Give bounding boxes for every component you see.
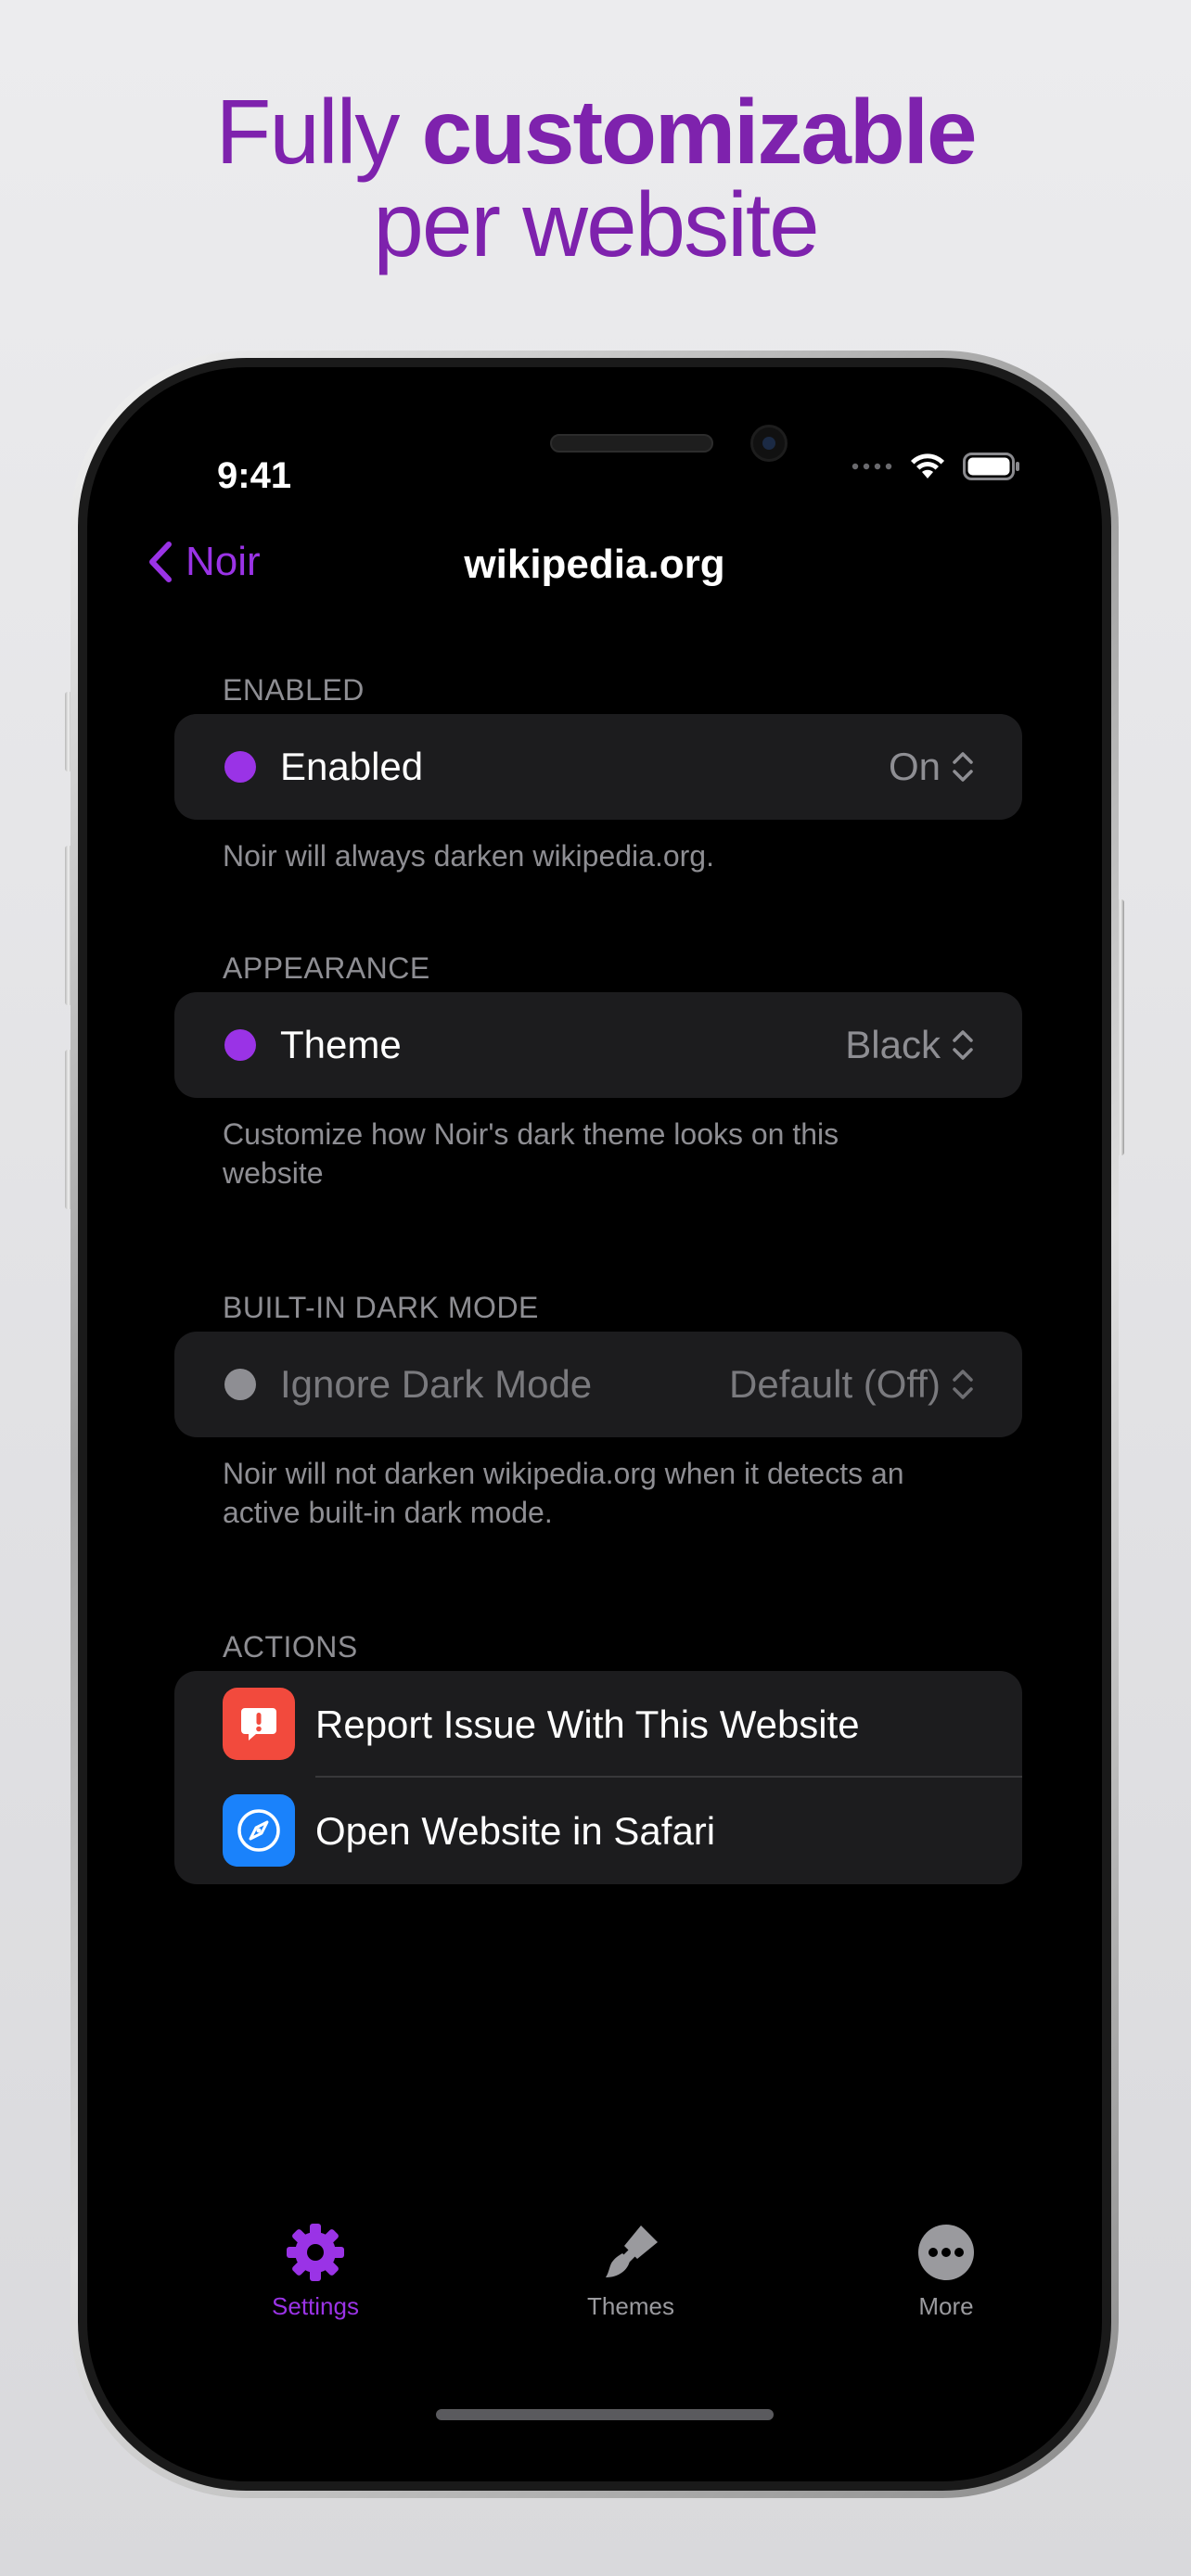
headline-bold: customizable: [421, 81, 978, 183]
page-title: wikipedia.org: [464, 542, 725, 587]
open-in-safari-row[interactable]: Open Website in Safari: [174, 1778, 1022, 1884]
paintbrush-icon: [606, 2225, 658, 2277]
wifi-icon: [911, 453, 944, 478]
headline-regular: Fully: [215, 81, 422, 183]
theme-selector[interactable]: Black: [845, 1023, 974, 1067]
safari-compass-icon: [223, 1794, 295, 1867]
section-header-appearance: APPEARANCE: [223, 951, 430, 985]
theme-row-label: Theme: [280, 1023, 402, 1066]
earpiece-speaker: [550, 434, 713, 453]
headline-line-1: Fully customizable: [0, 85, 1191, 178]
status-dot-inactive: [224, 1369, 256, 1400]
ignore-dark-mode-label: Ignore Dark Mode: [280, 1362, 593, 1406]
gear-icon: [287, 2224, 344, 2281]
tab-settings-label: Settings: [272, 2292, 359, 2320]
report-issue-label: Report Issue With This Website: [315, 1702, 860, 1746]
tab-themes[interactable]: Themes: [529, 2222, 733, 2321]
report-issue-icon: [223, 1688, 295, 1760]
open-in-safari-label: Open Website in Safari: [315, 1809, 716, 1853]
home-indicator[interactable]: [436, 2409, 774, 2420]
phone-screen: 9:41 Noir wikipedia.org ENABLED Enabled …: [87, 367, 1102, 2481]
report-issue-row[interactable]: Report Issue With This Website: [174, 1671, 1022, 1778]
enabled-selector[interactable]: On: [889, 745, 974, 789]
front-camera: [750, 425, 788, 462]
phone-bezel: 9:41 Noir wikipedia.org ENABLED Enabled …: [78, 358, 1111, 2491]
chevron-up-down-icon: [953, 1030, 973, 1060]
tab-more[interactable]: More: [844, 2222, 1048, 2321]
tab-more-label: More: [918, 2292, 974, 2320]
appearance-card: Theme Black: [174, 992, 1022, 1098]
battery-icon: [963, 453, 1019, 480]
theme-value: Black: [845, 1023, 941, 1066]
promo-headline: Fully customizable per website: [0, 85, 1191, 271]
status-time: 9:41: [217, 455, 292, 496]
section-header-dark-mode: BUILT-IN DARK MODE: [223, 1291, 539, 1324]
actions-card: Report Issue With This Website Open Webs…: [174, 1671, 1022, 1884]
enabled-row[interactable]: Enabled On: [174, 714, 1022, 820]
headline-line-2: per website: [373, 173, 819, 275]
section-header-actions: ACTIONS: [223, 1630, 358, 1664]
dark-mode-card: Ignore Dark Mode Default (Off): [174, 1332, 1022, 1437]
enabled-footer: Noir will always darken wikipedia.org.: [223, 839, 714, 873]
chevron-up-down-icon: [953, 1370, 973, 1399]
enabled-value: On: [888, 745, 941, 788]
ellipsis-circle-icon: [918, 2225, 974, 2280]
appearance-footer: Customize how Noir's dark theme looks on…: [223, 1117, 839, 1190]
phone-frame: 9:41 Noir wikipedia.org ENABLED Enabled …: [70, 351, 1119, 2498]
tab-settings[interactable]: Settings: [213, 2222, 417, 2321]
status-icons: [852, 453, 1020, 480]
status-dot-active: [224, 1029, 256, 1061]
tab-themes-label: Themes: [587, 2292, 674, 2320]
enabled-card: Enabled On: [174, 714, 1022, 820]
section-header-enabled: ENABLED: [223, 673, 365, 707]
theme-row[interactable]: Theme Black: [174, 992, 1022, 1098]
ignore-dark-mode-selector[interactable]: Default (Off): [729, 1362, 974, 1407]
signal-dots-icon: [852, 463, 892, 470]
ignore-dark-mode-value: Default (Off): [729, 1362, 941, 1406]
chevron-up-down-icon: [953, 752, 973, 782]
enabled-row-label: Enabled: [280, 745, 424, 788]
dark-mode-footer: Noir will not darken wikipedia.org when …: [223, 1457, 904, 1529]
ignore-dark-mode-row[interactable]: Ignore Dark Mode Default (Off): [174, 1332, 1022, 1437]
status-dot-active: [224, 751, 256, 783]
